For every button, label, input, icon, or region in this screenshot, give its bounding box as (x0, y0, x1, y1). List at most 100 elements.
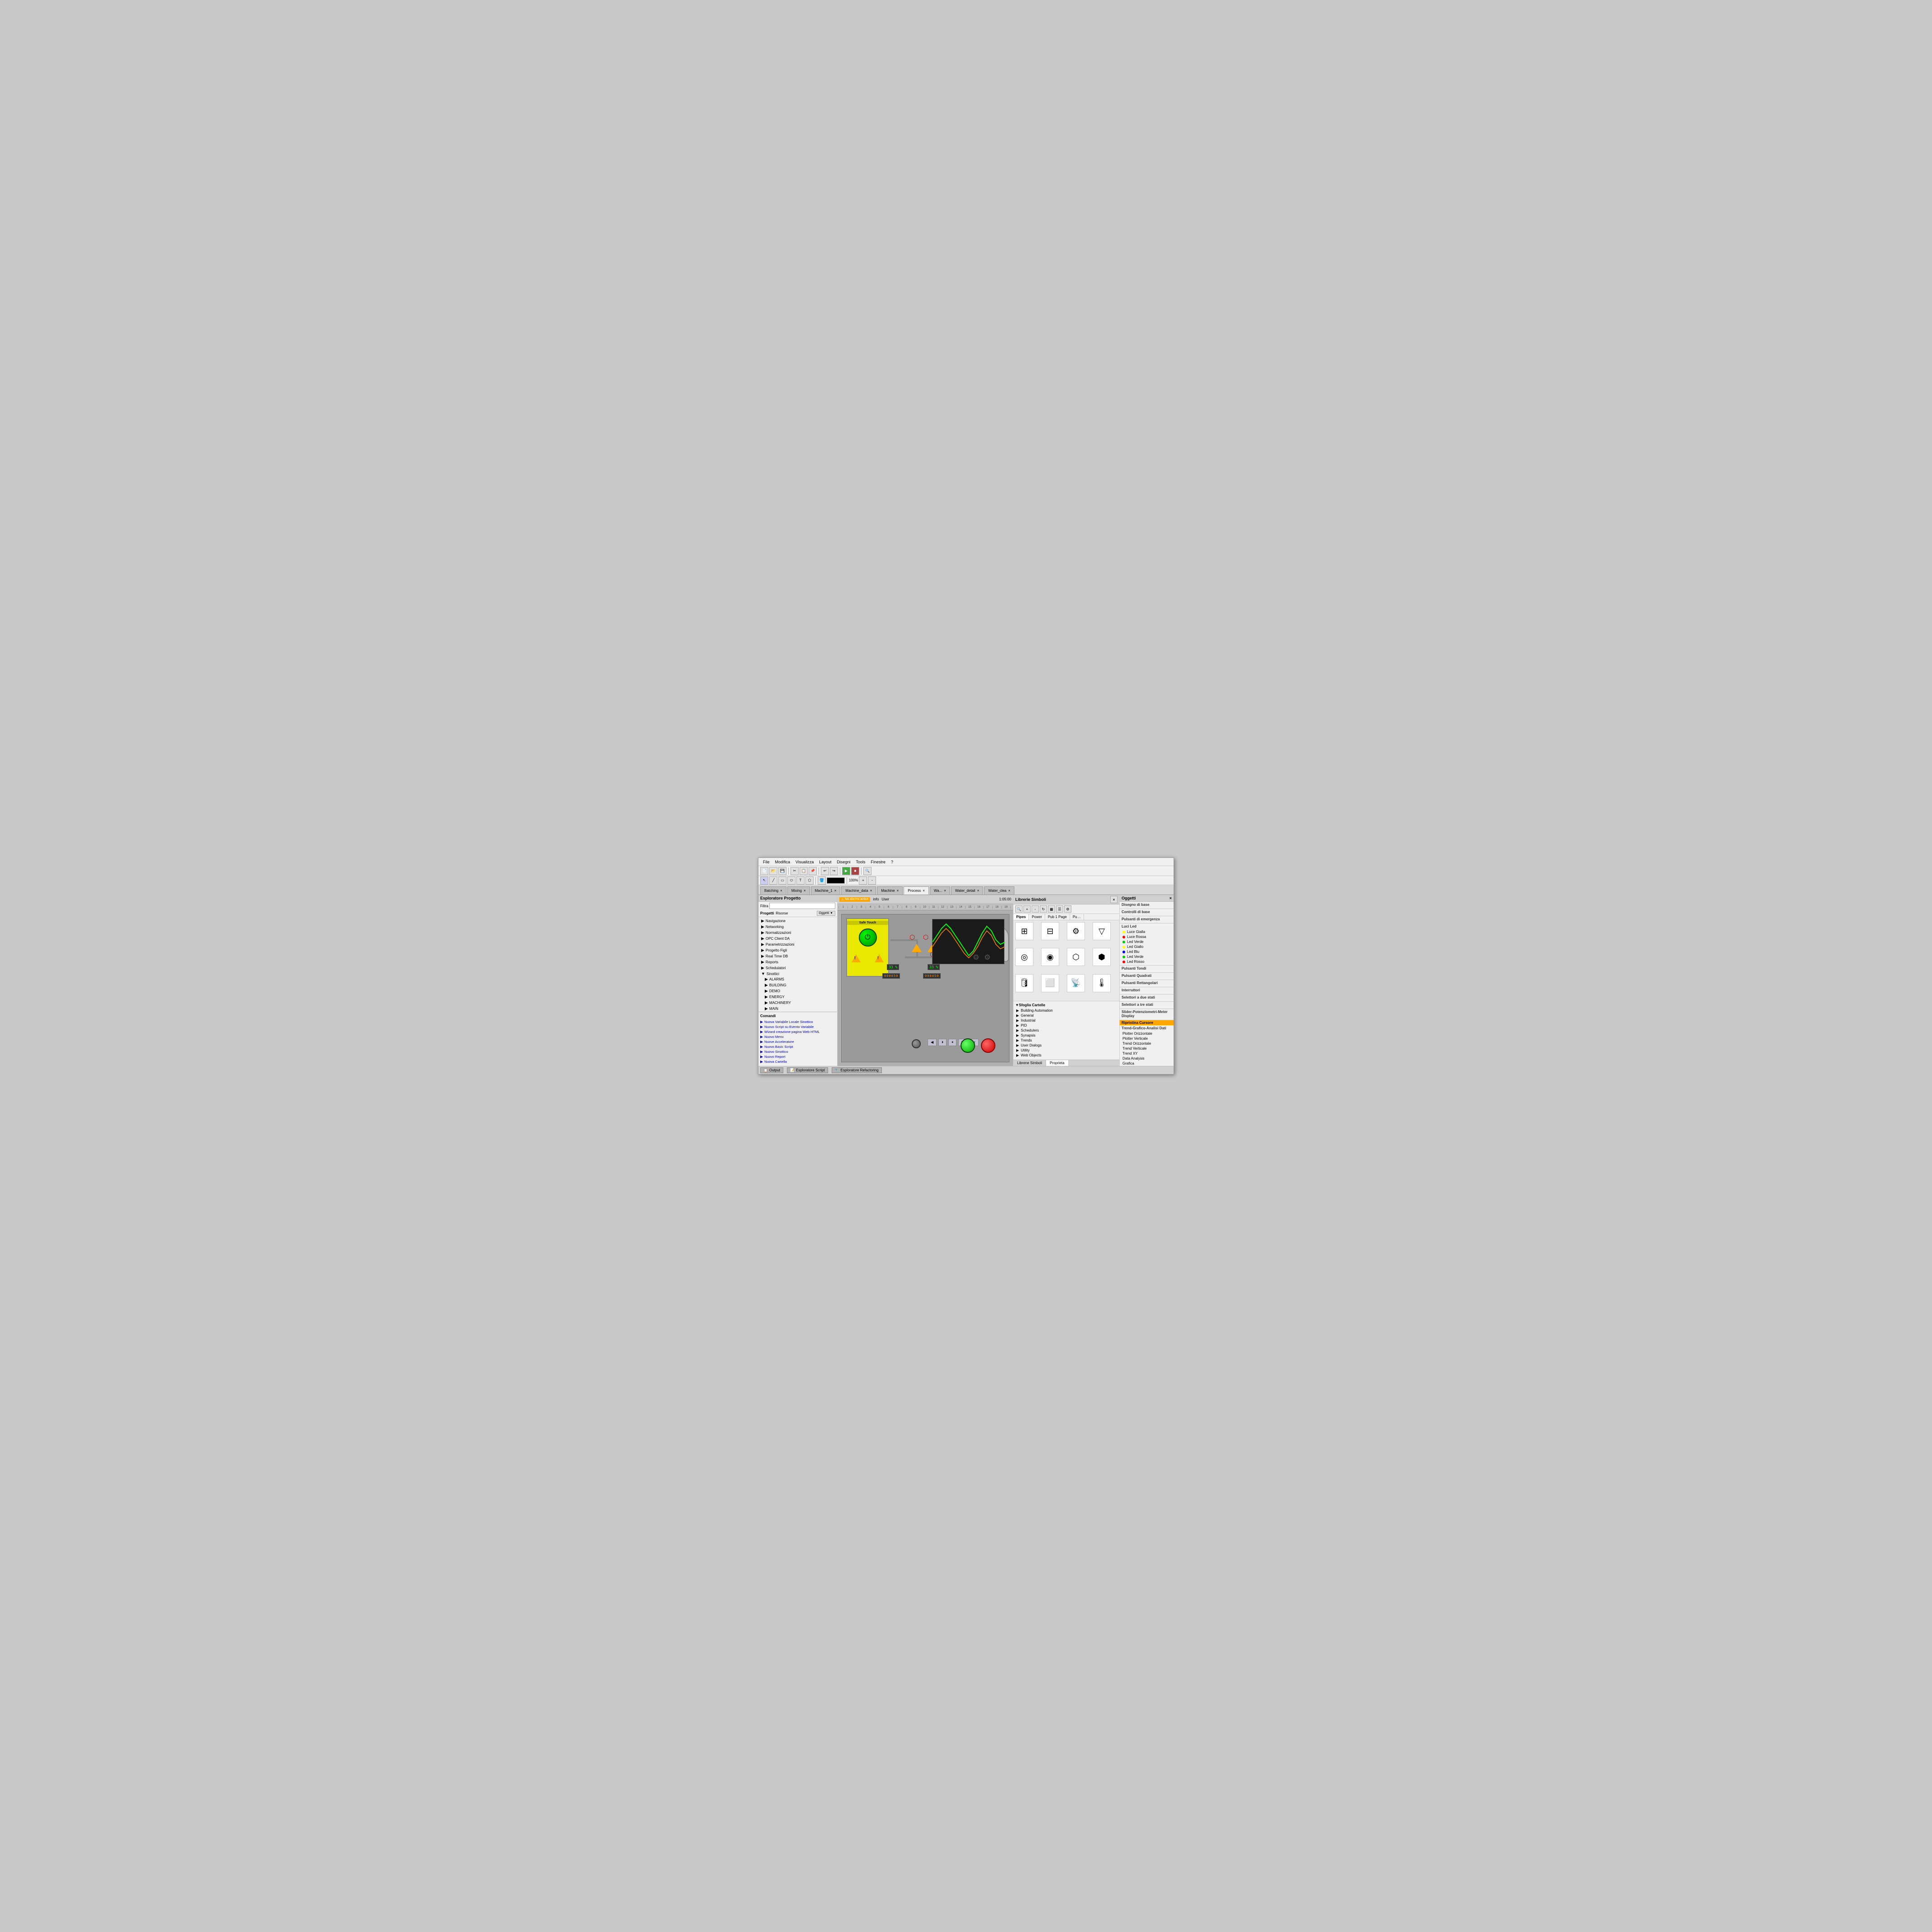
sym-valve-2[interactable]: ⬢ (1093, 948, 1111, 966)
lib-tab-pipes[interactable]: Pipes (1013, 914, 1029, 920)
tab-close-wa[interactable]: × (944, 889, 946, 893)
tree-normalizzazioni[interactable]: ▶ Normalizzazioni (759, 930, 836, 936)
tree-schedulatori[interactable]: ▶ Schedulatori (759, 965, 836, 971)
cmd-nuovo-menu[interactable]: ▶ Nuovo Menu (760, 1034, 835, 1039)
obj-luce-gialla[interactable]: Luce Gialla (1122, 929, 1172, 934)
tree-networking[interactable]: ▶ Networking (759, 924, 836, 930)
ripristina-bar-trend[interactable]: Ripristina Cursore (1120, 1020, 1174, 1025)
cmd-nuovo-sin[interactable]: ▶ Nuovo Sinottico (760, 1049, 835, 1054)
tree-navigazione[interactable]: ▶ Navigazione (759, 918, 836, 924)
zoom-out[interactable]: - (868, 876, 876, 885)
sym-filter-1[interactable]: ▽ (1093, 922, 1111, 940)
fill-tool[interactable]: 🪣 (818, 876, 826, 885)
sfoglia-trends[interactable]: ▶ Trends (1015, 1038, 1118, 1043)
tree-alarms[interactable]: ▶ ALARMS (759, 976, 836, 982)
sym-config-btn[interactable]: ⚙ (1064, 905, 1071, 913)
menu-finestre[interactable]: Finestre (868, 860, 888, 864)
sfoglia-synapsis[interactable]: ▶ Synapsis (1015, 1033, 1118, 1038)
tree-demo[interactable]: ▶ DEMO (759, 988, 836, 994)
sfoglia-general[interactable]: ▶ General (1015, 1013, 1118, 1018)
lib-tab-power[interactable]: Power (1029, 914, 1045, 920)
lib-tab-pub[interactable]: Pub 1 Page (1045, 914, 1070, 920)
nav-left-btn[interactable]: ◀ (928, 1039, 937, 1046)
obj-close-btn[interactable]: × (1170, 896, 1172, 900)
open-btn[interactable]: 📂 (769, 867, 777, 875)
stop-btn[interactable]: ■ (851, 867, 859, 875)
tab-process[interactable]: Process × (904, 886, 929, 895)
sfoglia-building[interactable]: ▶ Building Automation (1015, 1008, 1118, 1013)
alarm-button[interactable]: ⚠ No alarms active (839, 897, 870, 902)
sfoglia-pid[interactable]: ▶ PID (1015, 1023, 1118, 1028)
obj-led-verde[interactable]: Led Verde (1122, 939, 1172, 944)
sym-grid-btn[interactable]: ▦ (1048, 905, 1055, 913)
power-button[interactable]: ⏻ (859, 928, 877, 947)
status-script[interactable]: 📝 Esploratore Script (787, 1067, 828, 1073)
sfoglia-schedulers[interactable]: ▶ Schedulers (1015, 1028, 1118, 1033)
poly-tool[interactable]: ⬠ (805, 876, 814, 885)
tree-main[interactable]: ▶ MAIN (759, 1006, 836, 1012)
valve-2[interactable]: ⬡ (923, 933, 928, 941)
undo-btn[interactable]: ↩ (821, 867, 829, 875)
tree-progetto[interactable]: ▶ Progetto Figli (759, 947, 836, 953)
obj-trend-vert[interactable]: Trend Verticale (1122, 1046, 1172, 1051)
tab-close-mixing[interactable]: × (804, 889, 806, 893)
sfoglia-userdialogs[interactable]: ▶ User Dialogs (1015, 1043, 1118, 1048)
cmd-nuova-var[interactable]: ▶ Nuova Variabile Locale Sinottico (760, 1019, 835, 1024)
cmd-nuova-cartella[interactable]: ▶ Nuova Cartella (760, 1059, 835, 1064)
menu-disegni[interactable]: Disegni (834, 860, 853, 864)
sfoglia-utility[interactable]: ▶ Utility (1015, 1048, 1118, 1053)
sym-tank-1[interactable]: 🛢 (1015, 974, 1033, 992)
obj-grafica[interactable]: Grafica (1122, 1061, 1172, 1066)
obj-trend-oriz[interactable]: Trend Orizzontale (1122, 1041, 1172, 1046)
oggetti-btn[interactable]: Oggetti ▼ (817, 911, 835, 916)
new-btn[interactable]: 📄 (760, 867, 768, 875)
sym-search-btn[interactable]: 🔍 (1015, 905, 1023, 913)
tab-machine1[interactable]: Machine_1 × (811, 886, 841, 895)
line-tool[interactable]: ╱ (769, 876, 777, 885)
redo-btn[interactable]: ↪ (830, 867, 838, 875)
obj-data-analysis[interactable]: Data Analysis (1122, 1056, 1172, 1061)
digit-display-2[interactable]: 000450 (923, 973, 941, 979)
status-refactoring[interactable]: 🔧 Esploratore Refactoring (832, 1067, 882, 1073)
sym-motor-2[interactable]: ◉ (1041, 948, 1059, 966)
motor-1[interactable]: ⚙ (973, 953, 979, 962)
cmd-nuovo-report[interactable]: ▶ Nuovo Report (760, 1054, 835, 1059)
sym-pipe-1[interactable]: ⊞ (1015, 922, 1033, 940)
lib-proprieta-tab[interactable]: Proprieta (1046, 1060, 1068, 1066)
obj-led-verde2[interactable]: Led Verde (1122, 954, 1172, 959)
zoom-btn[interactable]: 🔍 (863, 867, 871, 875)
sym-tank-2[interactable]: ⬜ (1041, 974, 1059, 992)
tree-param[interactable]: ▶ Parametrizzazioni (759, 942, 836, 947)
save-btn[interactable]: 💾 (778, 867, 786, 875)
obj-led-giallo[interactable]: Led Giallo (1122, 944, 1172, 949)
tab-wa[interactable]: Wa... × (930, 886, 950, 895)
tree-building[interactable]: ▶ BUILDING (759, 982, 836, 988)
sym-pipe-2[interactable]: ⊟ (1041, 922, 1059, 940)
red-emergency-button[interactable] (981, 1038, 995, 1053)
obj-plotter-vert[interactable]: Plotter Verticale (1122, 1036, 1172, 1041)
menu-visualizza[interactable]: Visualizza (793, 860, 816, 864)
tab-close-machine-data[interactable]: × (870, 889, 872, 893)
tree-energy[interactable]: ▶ ENERGY (759, 994, 836, 1000)
cmd-nuove-acc[interactable]: ▶ Nuove Acceleratore (760, 1039, 835, 1044)
rect-tool[interactable]: ▭ (778, 876, 786, 885)
sym-close-btn[interactable]: × (1110, 896, 1118, 903)
obj-led-blu[interactable]: Led Blu (1122, 949, 1172, 954)
tree-reports[interactable]: ▶ Reports (759, 959, 836, 965)
cmd-wizard-web[interactable]: ▶ Wizard creazione pagina Web HTML (760, 1029, 835, 1034)
sym-motor-1[interactable]: ◎ (1015, 948, 1033, 966)
canvas-area[interactable]: Safe Touch ⏻ ! ! (838, 910, 1013, 1066)
tab-batching[interactable]: Batching × (760, 886, 786, 895)
tab-water-detail[interactable]: Water_detail × (951, 886, 983, 895)
run-btn[interactable]: ▶ (842, 867, 850, 875)
paste-btn[interactable]: 📌 (809, 867, 817, 875)
obj-led-rosso[interactable]: Led Rosso (1122, 959, 1172, 964)
filter-input[interactable] (769, 903, 835, 909)
tree-machinery[interactable]: ▶ MACHINERY (759, 1000, 836, 1006)
cmd-basic-script[interactable]: ▶ Nuovo Basic Script (760, 1044, 835, 1049)
menu-modifica[interactable]: Modifica (772, 860, 793, 864)
status-output[interactable]: 📋 Output (760, 1067, 783, 1073)
percent-display-2[interactable]: 33 % (928, 964, 940, 970)
nav-pause-btn[interactable]: ⏸ (948, 1039, 957, 1046)
obj-trend-xy[interactable]: Trend XY (1122, 1051, 1172, 1056)
